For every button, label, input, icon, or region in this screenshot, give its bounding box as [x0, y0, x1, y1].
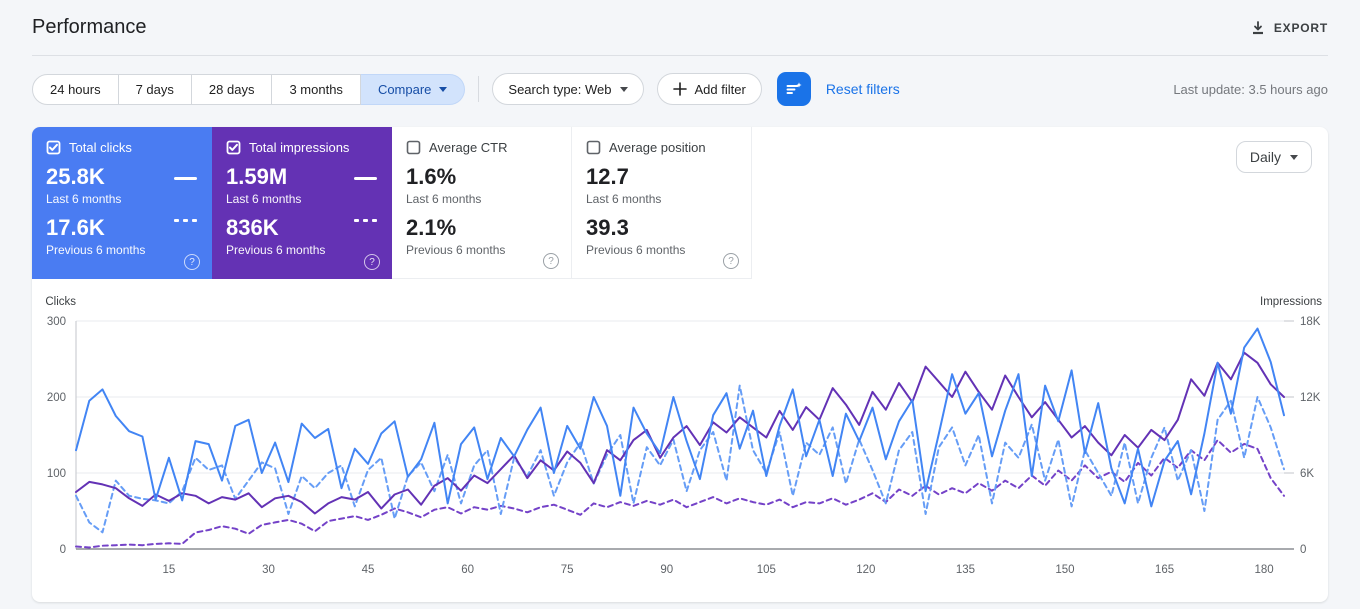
checkbox-icon[interactable]: [406, 140, 421, 155]
tile-current-caption: Last 6 months: [586, 192, 662, 206]
checkbox-icon[interactable]: [226, 140, 241, 155]
tile-previous-caption: Previous 6 months: [226, 243, 326, 257]
x-axis-tick-label: 75: [561, 564, 574, 576]
left-axis-tick-label: 300: [47, 316, 66, 328]
add-filter-label: Add filter: [694, 81, 746, 97]
tile-current-caption: Last 6 months: [406, 192, 482, 206]
solid-line-key-icon: [174, 177, 197, 180]
help-icon[interactable]: ?: [184, 254, 200, 270]
reset-filters-link[interactable]: Reset filters: [826, 81, 900, 97]
right-axis-tick-label: 12K: [1300, 392, 1321, 404]
search-type-label: Search type: Web: [508, 81, 612, 97]
tile-previous-caption: Previous 6 months: [46, 243, 146, 257]
series-clicks-previous: [75, 384, 1285, 534]
x-axis-tick-label: 30: [262, 564, 275, 576]
tile-current-value: 12.7: [586, 164, 629, 189]
last-update-text: Last update: 3.5 hours ago: [1173, 81, 1328, 97]
dashed-line-key-icon: [174, 219, 197, 222]
tile-total-clicks[interactable]: Total clicks 25.8K Last 6 months 17.6K P…: [32, 127, 212, 279]
tile-previous-caption: Previous 6 months: [586, 243, 686, 257]
download-icon: [1252, 20, 1263, 34]
right-axis-tick-label: 0: [1300, 544, 1306, 556]
search-type-dropdown[interactable]: Search type: Web: [492, 73, 644, 105]
filter-bar: 24 hours 7 days 28 days 3 months Compare…: [32, 71, 1328, 107]
x-axis-tick-label: 150: [1055, 564, 1074, 576]
granularity-dropdown[interactable]: Daily: [1235, 141, 1312, 173]
checkbox-icon[interactable]: [46, 140, 61, 155]
x-axis-tick-label: 135: [956, 564, 975, 576]
compare-dropdown[interactable]: Compare: [360, 73, 466, 105]
x-axis-tick-label: 180: [1254, 564, 1273, 576]
series-impressions-current: [75, 351, 1285, 515]
performance-card: Total clicks 25.8K Last 6 months 17.6K P…: [32, 127, 1328, 602]
chart-area: 0 100 200 300 0 6K 12K 18K Clicks Impressions 15 30…: [32, 293, 1328, 595]
granularity-label: Daily: [1249, 149, 1281, 165]
help-icon[interactable]: ?: [543, 253, 559, 269]
filter-settings-button[interactable]: [776, 72, 811, 106]
left-axis-tick-label: 200: [47, 392, 66, 404]
tile-previous-caption: Previous 6 months: [406, 243, 506, 257]
right-axis-title: Impressions: [1260, 296, 1322, 308]
range-24-hours[interactable]: 24 hours: [32, 73, 119, 105]
tile-current-caption: Last 6 months: [226, 192, 302, 206]
add-filter-button[interactable]: Add filter: [656, 73, 762, 105]
x-axis-tick-label: 45: [362, 564, 375, 576]
tile-average-ctr[interactable]: Average CTR 1.6% Last 6 months 2.1% Prev…: [392, 127, 572, 279]
x-axis-tick-label: 60: [461, 564, 474, 576]
filter-sparkle-icon: [786, 81, 802, 94]
tile-total-impressions[interactable]: Total impressions 1.59M Last 6 months 83…: [212, 127, 392, 279]
range-7-days[interactable]: 7 days: [118, 73, 192, 105]
range-3-months[interactable]: 3 months: [272, 73, 361, 105]
range-28-days[interactable]: 28 days: [191, 73, 273, 105]
help-icon[interactable]: ?: [364, 254, 380, 270]
help-icon[interactable]: ?: [723, 253, 739, 269]
tile-current-value: 1.6%: [406, 164, 457, 189]
page-title: Performance: [32, 16, 147, 38]
dashed-line-key-icon: [354, 219, 377, 222]
tile-label: Total clicks: [69, 140, 132, 155]
right-axis-tick-label: 18K: [1300, 316, 1321, 328]
x-axis-tick-label: 15: [163, 564, 176, 576]
solid-line-key-icon: [354, 177, 377, 180]
left-axis-tick-label: 0: [60, 544, 66, 556]
x-axis-tick-label: 90: [660, 564, 673, 576]
export-label: EXPORT: [1273, 20, 1328, 35]
performance-chart[interactable]: 0 100 200 300 0 6K 12K 18K Clicks Impressions 15 30…: [32, 293, 1328, 595]
right-axis-tick-label: 6K: [1300, 468, 1314, 480]
compare-label: Compare: [377, 81, 432, 97]
left-axis-tick-label: 100: [47, 468, 66, 480]
tile-label: Average CTR: [429, 140, 508, 155]
plus-icon: [672, 82, 687, 96]
tile-label: Total impressions: [249, 140, 350, 155]
tile-label: Average position: [609, 140, 706, 155]
x-axis-tick-label: 120: [856, 564, 875, 576]
chevron-down-icon: [1290, 154, 1298, 160]
app-header: Performance EXPORT: [0, 0, 1360, 55]
x-axis-tick-label: 165: [1155, 564, 1174, 576]
tile-average-position[interactable]: Average position 12.7 Last 6 months 39.3…: [572, 127, 752, 279]
tile-current-caption: Last 6 months: [46, 192, 122, 206]
date-range-control: 24 hours 7 days 28 days 3 months Compare: [32, 73, 466, 105]
left-axis-title: Clicks: [45, 296, 76, 308]
metric-tiles: Total clicks 25.8K Last 6 months 17.6K P…: [32, 127, 1328, 279]
chevron-down-icon: [619, 86, 628, 92]
x-axis-tick-label: 105: [757, 564, 776, 576]
header-divider: [32, 55, 1328, 56]
checkbox-icon[interactable]: [586, 140, 601, 155]
tile-previous-value: 39.3: [586, 215, 629, 240]
chevron-down-icon: [439, 86, 448, 92]
export-button[interactable]: EXPORT: [1250, 20, 1328, 36]
vertical-divider: [478, 76, 480, 102]
tile-previous-value: 2.1%: [406, 215, 457, 240]
